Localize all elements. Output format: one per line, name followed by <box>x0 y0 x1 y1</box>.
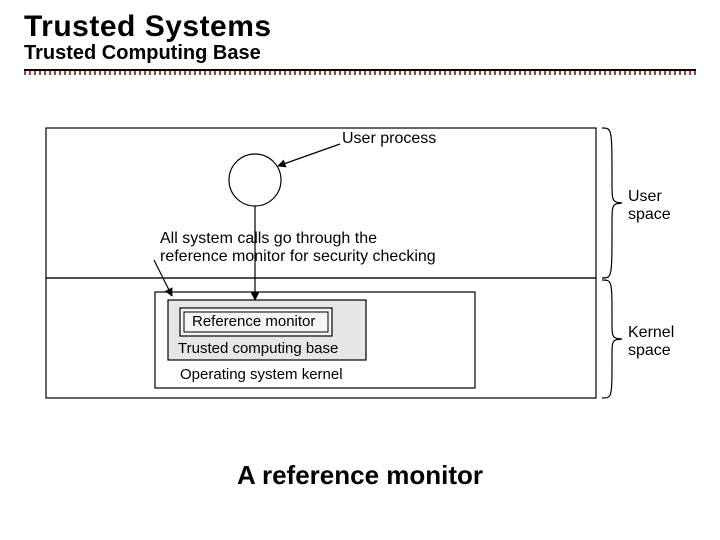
label-syscall-line1: All system calls go through the <box>160 230 436 248</box>
label-tcb: Trusted computing base <box>178 340 338 357</box>
slide-header: Trusted Systems Trusted Computing Base <box>0 0 720 65</box>
label-os-kernel: Operating system kernel <box>180 366 343 383</box>
diagram-svg <box>40 120 680 420</box>
label-ref-monitor: Reference monitor <box>192 313 315 330</box>
label-kernel-space: Kernel space <box>628 324 674 361</box>
slide-title: Trusted Systems <box>24 10 696 44</box>
slide-caption: A reference monitor <box>0 460 720 491</box>
brace-kernel-space <box>602 280 622 398</box>
divider-hatched <box>24 69 696 75</box>
label-syscall-line2: reference monitor for security checking <box>160 248 436 266</box>
label-user-space: User space <box>628 188 671 225</box>
diagram: User process All system calls go through… <box>40 120 680 420</box>
arrow-user-process-label <box>278 144 340 166</box>
slide-subtitle: Trusted Computing Base <box>24 42 696 65</box>
user-process-node <box>229 154 281 206</box>
label-user-process: User process <box>342 130 436 148</box>
brace-user-space <box>602 128 622 278</box>
